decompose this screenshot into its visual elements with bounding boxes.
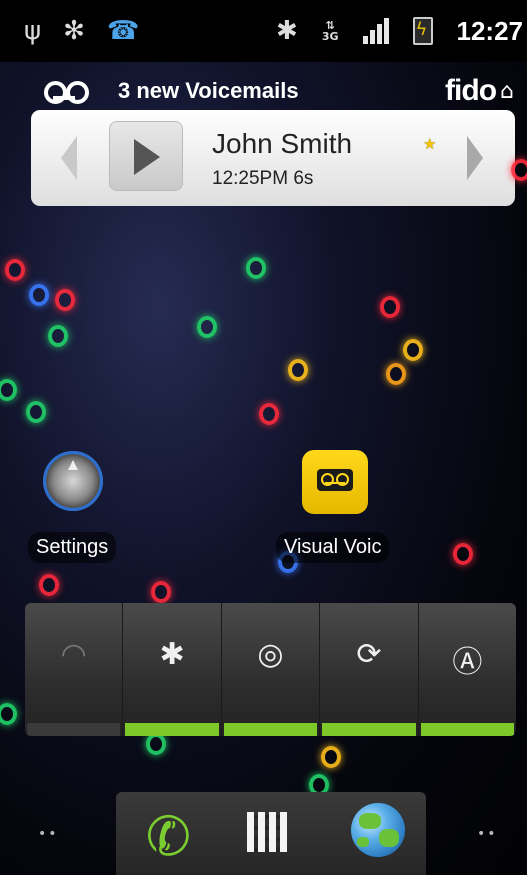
wallpaper-ring bbox=[403, 339, 423, 361]
wallpaper-ring bbox=[151, 581, 171, 603]
voicemail-time-duration: 12:25PM 6s bbox=[212, 168, 314, 189]
wallpaper-ring bbox=[55, 289, 75, 311]
voicemail-card[interactable]: John Smith 12:25PM 6s ★ bbox=[31, 110, 515, 206]
battery-charging-icon bbox=[412, 17, 433, 45]
bluetooth-icon: ✱ bbox=[159, 637, 185, 672]
wallpaper-ring bbox=[453, 543, 473, 565]
app-drawer-icon[interactable] bbox=[247, 812, 287, 852]
settings-label[interactable]: Settings bbox=[28, 532, 117, 563]
gps-toggle[interactable]: ◎ bbox=[222, 603, 321, 736]
gps-indicator bbox=[223, 723, 318, 736]
wallpaper-ring bbox=[197, 316, 217, 338]
brightness-toggle[interactable]: Ⓐ bbox=[419, 603, 516, 736]
android-debug-icon: ✻ bbox=[63, 16, 85, 46]
page-indicator-right[interactable]: •• bbox=[477, 826, 498, 842]
wallpaper-ring bbox=[26, 401, 46, 423]
sync-icon: ⟳ bbox=[356, 637, 382, 672]
wallpaper-ring bbox=[511, 159, 527, 181]
dock: ✆ bbox=[116, 792, 426, 875]
gps-icon: ◎ bbox=[257, 637, 284, 672]
signal-icon bbox=[362, 18, 389, 44]
wifi-indicator bbox=[27, 723, 121, 736]
wallpaper-ring bbox=[5, 259, 25, 281]
wifi-toggle[interactable]: ◠ bbox=[25, 603, 124, 736]
usb-icon: ψ bbox=[24, 16, 42, 46]
sync-indicator bbox=[322, 723, 416, 736]
brightness-icon: Ⓐ bbox=[452, 645, 483, 680]
wallpaper-ring bbox=[386, 363, 406, 385]
visual-voicemail-icon[interactable] bbox=[302, 450, 368, 514]
wallpaper-ring bbox=[146, 733, 166, 755]
bluetooth-toggle[interactable]: ✱ bbox=[123, 603, 222, 736]
wallpaper-ring bbox=[39, 574, 59, 596]
voicemail-icon bbox=[44, 81, 89, 104]
brightness-indicator bbox=[420, 723, 515, 736]
wallpaper-ring bbox=[29, 284, 49, 306]
previous-arrow-icon[interactable] bbox=[61, 136, 77, 180]
sync-toggle[interactable]: ⟳ bbox=[320, 603, 419, 736]
star-icon[interactable]: ★ bbox=[423, 135, 436, 153]
data-3g-icon: ⇅ 3G bbox=[321, 19, 339, 43]
wallpaper-ring bbox=[0, 703, 17, 725]
settings-icon[interactable] bbox=[43, 451, 103, 511]
wifi-icon: ◠ bbox=[60, 637, 87, 672]
visual-voicemail-label[interactable]: Visual Voic bbox=[276, 532, 390, 563]
voicemail-header: 3 new Voicemails fido ⌂ bbox=[44, 74, 514, 107]
call-forward-icon: ☎ bbox=[106, 16, 140, 46]
wallpaper-ring bbox=[288, 359, 308, 381]
caller-name: John Smith bbox=[212, 128, 353, 159]
wallpaper-ring bbox=[259, 403, 279, 425]
bluetooth-icon: ✱ bbox=[276, 16, 298, 46]
page-indicator-left[interactable]: •• bbox=[38, 826, 59, 842]
power-control-widget: ◠ ✱ ◎ ⟳ Ⓐ bbox=[25, 603, 516, 736]
wallpaper-ring bbox=[321, 746, 341, 768]
browser-icon[interactable] bbox=[351, 803, 405, 857]
wallpaper-ring bbox=[48, 325, 68, 347]
play-button[interactable] bbox=[109, 121, 183, 191]
wallpaper-ring bbox=[380, 296, 400, 318]
phone-icon[interactable]: ✆ bbox=[141, 802, 197, 872]
bluetooth-indicator bbox=[125, 723, 219, 736]
clock: 12:27 bbox=[456, 15, 524, 46]
status-bar: ψ ✻ ☎ ✱ ⇅3G 12:27 bbox=[0, 0, 527, 62]
next-arrow-icon[interactable] bbox=[467, 136, 483, 180]
carrier-logo: fido bbox=[445, 74, 497, 107]
voicemail-count: 3 new Voicemails bbox=[118, 78, 299, 103]
wallpaper-ring bbox=[0, 379, 17, 401]
home-icon: ⌂ bbox=[500, 78, 514, 104]
wallpaper-ring bbox=[246, 257, 266, 279]
